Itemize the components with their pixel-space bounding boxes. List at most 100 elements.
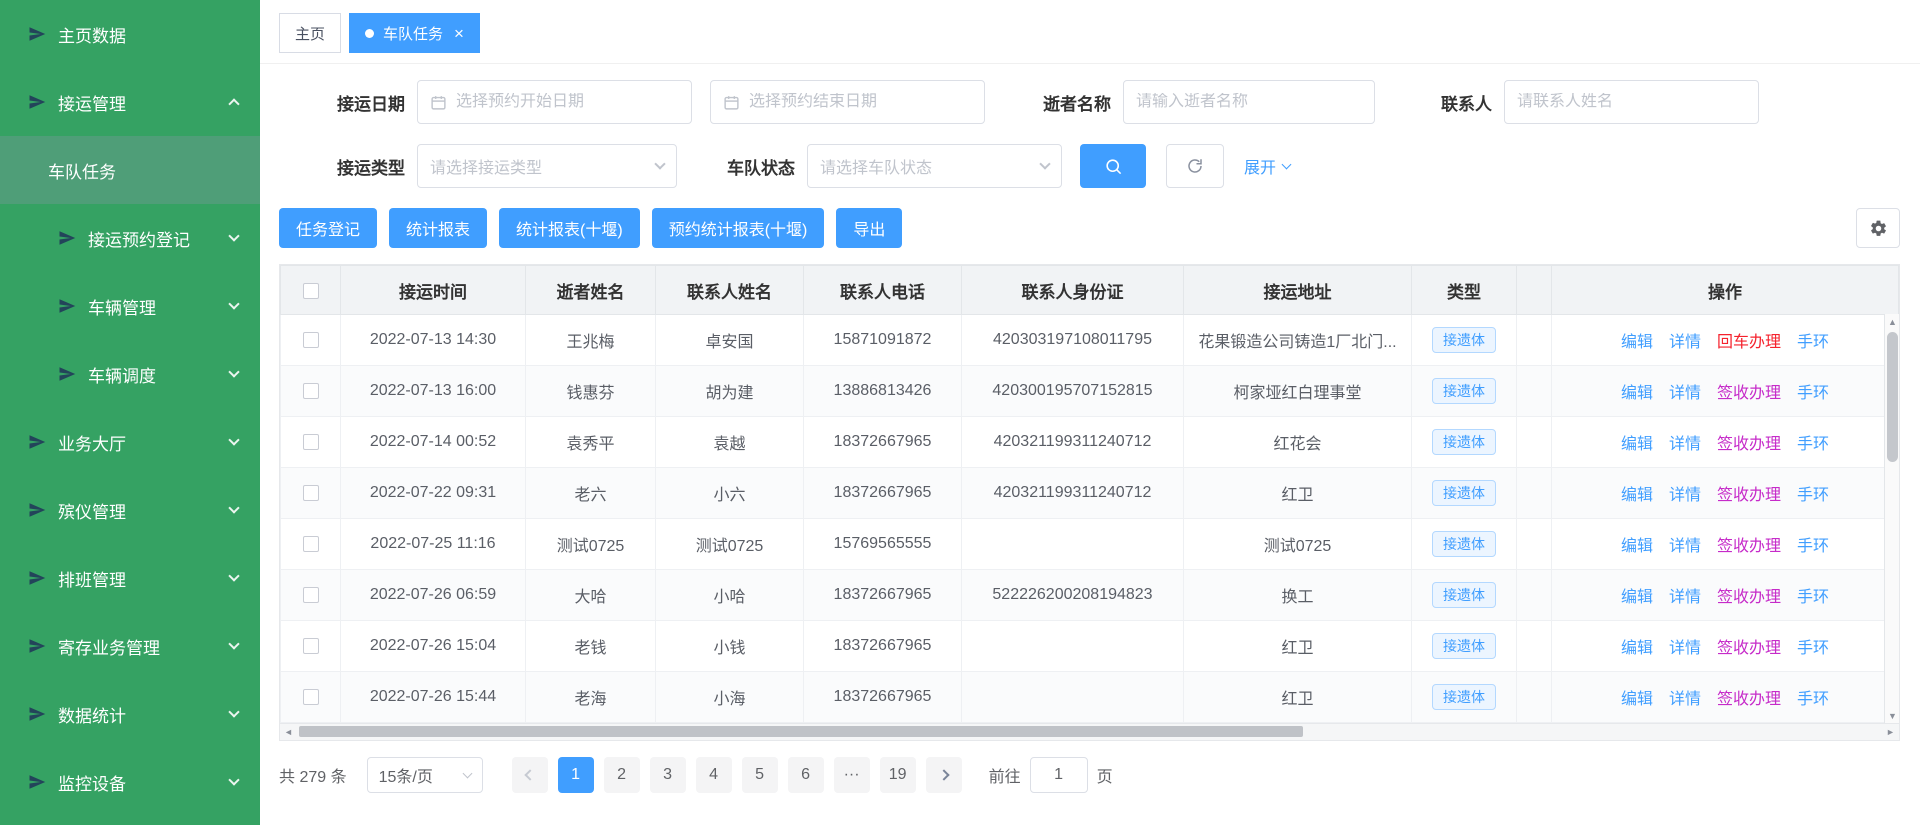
toolbar-button-1[interactable]: 统计报表 xyxy=(389,208,487,248)
row-checkbox[interactable] xyxy=(303,332,319,348)
action-wristband-link[interactable]: 手环 xyxy=(1797,436,1829,453)
action-edit-link[interactable]: 编辑 xyxy=(1621,589,1653,606)
vertical-scroll-thumb[interactable] xyxy=(1887,332,1898,462)
date-end-input[interactable] xyxy=(710,80,985,124)
action-detail-link[interactable]: 详情 xyxy=(1669,640,1701,657)
sidebar-item[interactable]: 殡仪管理 xyxy=(0,476,260,544)
sidebar-item-label: 车队任务 xyxy=(48,158,116,183)
horizontal-scrollbar[interactable]: ◄ ► xyxy=(279,724,1900,741)
action-sign-link[interactable]: 签收办理 xyxy=(1717,538,1781,555)
horizontal-scroll-thumb[interactable] xyxy=(299,726,1303,737)
calendar-icon xyxy=(430,94,447,111)
sidebar-item[interactable]: 接运管理 xyxy=(0,68,260,136)
action-edit-link[interactable]: 编辑 xyxy=(1621,385,1653,402)
next-page-button[interactable] xyxy=(926,757,962,793)
action-edit-link[interactable]: 编辑 xyxy=(1621,640,1653,657)
search-button[interactable] xyxy=(1080,144,1146,188)
action-sign-link[interactable]: 签收办理 xyxy=(1717,487,1781,504)
action-edit-link[interactable]: 编辑 xyxy=(1621,538,1653,555)
deceased-name-input[interactable] xyxy=(1123,80,1375,124)
sidebar-item[interactable]: 监控设备 xyxy=(0,748,260,816)
row-checkbox[interactable] xyxy=(303,485,319,501)
cell-id_card: 522226200208194823 xyxy=(962,570,1184,621)
action-wristband-link[interactable]: 手环 xyxy=(1797,334,1829,351)
action-edit-link[interactable]: 编辑 xyxy=(1621,436,1653,453)
action-edit-link[interactable]: 编辑 xyxy=(1621,334,1653,351)
scroll-down-icon[interactable]: ▼ xyxy=(1885,708,1900,723)
select-all-checkbox[interactable] xyxy=(303,283,319,299)
close-icon[interactable]: × xyxy=(454,25,464,42)
sidebar-item[interactable]: 车辆管理 xyxy=(0,272,260,340)
action-detail-link[interactable]: 详情 xyxy=(1669,487,1701,504)
sidebar-item[interactable]: 主页数据 xyxy=(0,0,260,68)
scroll-up-icon[interactable]: ▲ xyxy=(1885,314,1900,329)
action-detail-link[interactable]: 详情 xyxy=(1669,691,1701,708)
sidebar-item[interactable]: 车辆调度 xyxy=(0,340,260,408)
sidebar-item[interactable]: 寄存业务管理 xyxy=(0,612,260,680)
action-sign-link[interactable]: 签收办理 xyxy=(1717,436,1781,453)
cell-time: 2022-07-26 06:59 xyxy=(341,570,526,621)
action-wristband-link[interactable]: 手环 xyxy=(1797,691,1829,708)
action-wristband-link[interactable]: 手环 xyxy=(1797,487,1829,504)
action-sign-link[interactable]: 签收办理 xyxy=(1717,589,1781,606)
date-end-field[interactable] xyxy=(749,93,972,111)
sidebar-item[interactable]: 车队任务 xyxy=(0,136,260,204)
transfer-type-select[interactable]: 请选择接运类型 xyxy=(417,144,677,188)
row-checkbox[interactable] xyxy=(303,689,319,705)
tab-fleet-tasks[interactable]: 车队任务 × xyxy=(349,13,480,53)
deceased-name-field[interactable] xyxy=(1136,93,1362,111)
row-checkbox[interactable] xyxy=(303,638,319,654)
action-detail-link[interactable]: 详情 xyxy=(1669,589,1701,606)
action-sign-link[interactable]: 签收办理 xyxy=(1717,385,1781,402)
action-wristband-link[interactable]: 手环 xyxy=(1797,538,1829,555)
toolbar-button-4[interactable]: 导出 xyxy=(836,208,902,248)
action-wristband-link[interactable]: 手环 xyxy=(1797,589,1829,606)
page-button-5[interactable]: 5 xyxy=(742,757,778,793)
sidebar-item[interactable]: 数据统计 xyxy=(0,680,260,748)
goto-page-input[interactable] xyxy=(1030,757,1088,793)
pager-ellipsis[interactable]: ··· xyxy=(834,757,870,793)
scroll-right-icon[interactable]: ► xyxy=(1882,724,1899,739)
date-start-input[interactable] xyxy=(417,80,692,124)
page-button-6[interactable]: 6 xyxy=(788,757,824,793)
sidebar-item[interactable]: 排班管理 xyxy=(0,544,260,612)
action-edit-link[interactable]: 编辑 xyxy=(1621,487,1653,504)
row-checkbox[interactable] xyxy=(303,383,319,399)
action-wristband-link[interactable]: 手环 xyxy=(1797,385,1829,402)
page-button-1[interactable]: 1 xyxy=(558,757,594,793)
refresh-button[interactable] xyxy=(1166,144,1224,188)
scroll-left-icon[interactable]: ◄ xyxy=(280,724,297,739)
page-button-19[interactable]: 19 xyxy=(880,757,916,793)
date-start-field[interactable] xyxy=(456,93,679,111)
action-sign-link[interactable]: 签收办理 xyxy=(1717,640,1781,657)
page-size-select[interactable]: 15条/页 xyxy=(367,757,483,793)
toolbar-button-3[interactable]: 预约统计报表(十堰) xyxy=(652,208,825,248)
page-button-4[interactable]: 4 xyxy=(696,757,732,793)
expand-filters-link[interactable]: 展开 xyxy=(1244,154,1290,178)
sidebar-item[interactable]: 业务大厅 xyxy=(0,408,260,476)
action-detail-link[interactable]: 详情 xyxy=(1669,334,1701,351)
toolbar-buttons: 任务登记统计报表统计报表(十堰) 预约统计报表(十堰) 导出 xyxy=(279,208,914,248)
row-checkbox[interactable] xyxy=(303,536,319,552)
action-detail-link[interactable]: 详情 xyxy=(1669,436,1701,453)
page-button-2[interactable]: 2 xyxy=(604,757,640,793)
sidebar-item[interactable]: 接运预约登记 xyxy=(0,204,260,272)
row-checkbox[interactable] xyxy=(303,587,319,603)
row-checkbox[interactable] xyxy=(303,434,319,450)
toolbar-button-0[interactable]: 任务登记 xyxy=(279,208,377,248)
page-button-3[interactable]: 3 xyxy=(650,757,686,793)
prev-page-button[interactable] xyxy=(512,757,548,793)
column-settings-button[interactable] xyxy=(1856,208,1900,248)
action-edit-link[interactable]: 编辑 xyxy=(1621,691,1653,708)
contact-name-input[interactable] xyxy=(1504,80,1759,124)
contact-name-field[interactable] xyxy=(1517,93,1746,111)
action-sign-link[interactable]: 签收办理 xyxy=(1717,691,1781,708)
fleet-status-select[interactable]: 请选择车队状态 xyxy=(807,144,1062,188)
action-detail-link[interactable]: 详情 xyxy=(1669,538,1701,555)
action-wristband-link[interactable]: 手环 xyxy=(1797,640,1829,657)
tab-home[interactable]: 主页 xyxy=(279,13,341,53)
toolbar-button-2[interactable]: 统计报表(十堰) xyxy=(499,208,640,248)
action-return-car-link[interactable]: 回车办理 xyxy=(1717,334,1781,351)
action-detail-link[interactable]: 详情 xyxy=(1669,385,1701,402)
vertical-scrollbar[interactable]: ▲ ▼ xyxy=(1884,314,1899,723)
